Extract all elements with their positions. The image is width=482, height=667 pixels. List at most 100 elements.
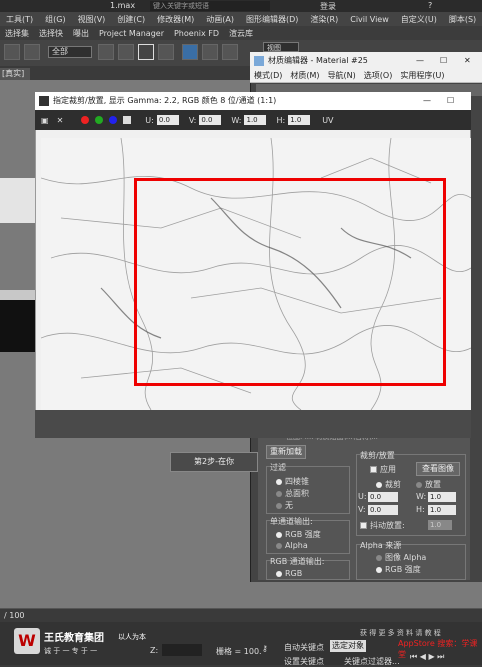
green-channel-icon[interactable] [95,116,104,124]
file-tab[interactable]: 1.max [110,1,135,10]
rgb-output-rgb[interactable]: RGB [276,569,302,578]
menu-view[interactable]: 视图(V) [72,14,112,25]
blue-channel-icon[interactable] [109,116,118,124]
menu-selection-set[interactable]: 选择集 [0,28,34,39]
redo-icon[interactable] [24,44,40,60]
login-button[interactable]: 登录 [320,1,336,12]
mat-menu-options[interactable]: 选项(O) [360,70,397,81]
undo-icon[interactable] [4,44,20,60]
dialog-w-spinner[interactable]: 1.0 [244,115,267,125]
selected-object-dropdown[interactable]: 选定对象 [330,640,366,652]
crop-dialog-title: 指定裁剪/放置, 显示 Gamma: 2.2, RGB 颜色 8 位/通道 (1… [35,92,471,110]
material-editor-title-text: 材质编辑器 - Material #25 [268,56,368,65]
apply-checkbox[interactable]: 应用 [370,464,396,475]
viewport-label[interactable]: [真实] [0,68,30,80]
crop-placement-label: 裁剪/放置 [360,451,395,460]
alpha-image-alpha[interactable]: 图像 Alpha [376,552,426,563]
view-image-button[interactable]: 查看图像 [416,462,460,476]
menu-modifiers[interactable]: 修改器(M) [151,14,200,25]
menu-tools[interactable]: 工具(T) [0,14,39,25]
scale-icon[interactable] [222,44,238,60]
alpha-rgb-intensity[interactable]: RGB 强度 [376,564,421,575]
brand-slogan: 诚 于 一 专 于 一 [44,647,98,655]
playback-controls[interactable]: ⏮ ◀ ▶ ⏭ [410,652,444,662]
menu-rendering[interactable]: 渲染(R) [304,14,344,25]
mat-menu-material[interactable]: 材质(M) [286,70,323,81]
menu-quick-select[interactable]: 选择快 [34,28,68,39]
jitter-checkbox[interactable]: 抖动放置: [360,520,405,531]
filter-summed-area[interactable]: 总面积 [276,488,309,499]
w-spinner[interactable]: 1.0 [428,492,456,502]
clear-x-icon[interactable]: ✕ [57,116,64,125]
dialog-bottom-strip [35,410,471,438]
save-icon[interactable]: ▣ [41,116,49,125]
menu-scripting[interactable]: 脚本(S) [443,14,482,25]
alpha-rgb-intensity-label: RGB 强度 [385,565,421,574]
minimize-button[interactable]: — [416,52,424,69]
filter-none[interactable]: 无 [276,500,293,511]
key-icon[interactable]: ⚷ [262,644,278,656]
step-2-button[interactable]: 第2步-在你 [170,452,258,472]
z-coordinate-field[interactable] [162,644,202,656]
menu-graph-editors[interactable]: 图形编辑器(D) [240,14,304,25]
radio-icon [376,481,382,488]
select-by-name-icon[interactable] [118,44,134,60]
jitter-spinner[interactable]: 1.0 [428,520,452,530]
auto-key-button[interactable]: 自动关键点 [284,642,324,653]
radio-icon [276,570,282,577]
filter-pyramidal[interactable]: 四棱锥 [276,476,309,487]
rotate-icon[interactable] [202,44,218,60]
timeline[interactable]: / 100 [0,608,482,622]
select-object-icon[interactable] [98,44,114,60]
menu-render-library[interactable]: 渲云库 [224,28,258,39]
menu-phoenix-fd[interactable]: Phoenix FD [169,29,224,38]
menu-project-manager[interactable]: Project Manager [94,29,169,38]
window-crossing-icon[interactable] [158,44,174,60]
menu-group[interactable]: 组(G) [39,14,71,25]
rect-selection-icon[interactable] [138,44,154,60]
red-channel-icon[interactable] [81,116,90,124]
reload-button[interactable]: 重新加载 [266,445,306,459]
place-radio[interactable]: 放置 [416,479,441,490]
rgb-output-label: RGB 通道输出: [270,557,325,566]
key-filters-button[interactable]: 关键点过滤器... [344,656,400,667]
mat-menu-utilities[interactable]: 实用程序(U) [396,70,448,81]
u-spinner[interactable]: 0.0 [368,492,398,502]
menu-export[interactable]: 曝出 [68,28,94,39]
menu-animation[interactable]: 动画(A) [200,14,240,25]
dialog-minimize-button[interactable]: — [423,92,431,110]
close-button[interactable]: ✕ [464,52,471,69]
bitmap-params-panel: 位图: ...P材质贴图\...\石材\... 重新加载 过滤 四棱锥 总面积 … [258,432,470,580]
crop-region-rectangle[interactable] [134,178,446,386]
crop-radio[interactable]: 裁剪 [376,479,401,490]
dialog-v-spinner[interactable]: 0.0 [199,115,222,125]
dialog-u-spinner[interactable]: 0.0 [156,115,179,125]
secondary-menu-bar: 选择集 选择快 曝出 Project Manager Phoenix FD 渲云… [0,26,482,40]
mat-menu-mode[interactable]: 模式(D) [250,70,286,81]
view-dropdown[interactable]: 视图 [263,42,299,52]
alpha-source-label: Alpha 来源 [360,541,402,550]
search-input[interactable]: 键入关键字或短语 [150,1,270,11]
frame-counter: / 100 [4,611,25,620]
selection-filter-dropdown[interactable]: 全部 [48,46,92,58]
checkbox-icon [370,466,377,473]
dialog-maximize-button[interactable]: ☐ [447,92,454,110]
alpha-channel-icon[interactable] [123,116,132,124]
jitter-label: 抖动放置: [370,521,405,530]
h-spinner[interactable]: 1.0 [428,505,456,515]
move-icon[interactable] [182,44,198,60]
help-icon[interactable]: ? [428,1,432,10]
v-spinner[interactable]: 0.0 [368,505,398,515]
menu-civil-view[interactable]: Civil View [344,15,395,24]
menu-customize[interactable]: 自定义(U) [395,14,443,25]
mat-menu-navigation[interactable]: 导航(N) [324,70,360,81]
right-promo-text: 获 得 更 多 资 料 请 教 程 [360,629,441,637]
maximize-button[interactable]: ☐ [440,52,447,69]
menu-create[interactable]: 创建(C) [111,14,151,25]
set-key-button[interactable]: 设置关键点 [284,656,324,667]
material-editor-menu: 模式(D) 材质(M) 导航(N) 选项(O) 实用程序(U) [250,69,482,83]
mono-rgb-intensity[interactable]: RGB 强度 [276,529,321,540]
mono-alpha[interactable]: Alpha [276,541,308,550]
dialog-h-spinner[interactable]: 1.0 [288,115,311,125]
radio-icon [276,502,282,509]
